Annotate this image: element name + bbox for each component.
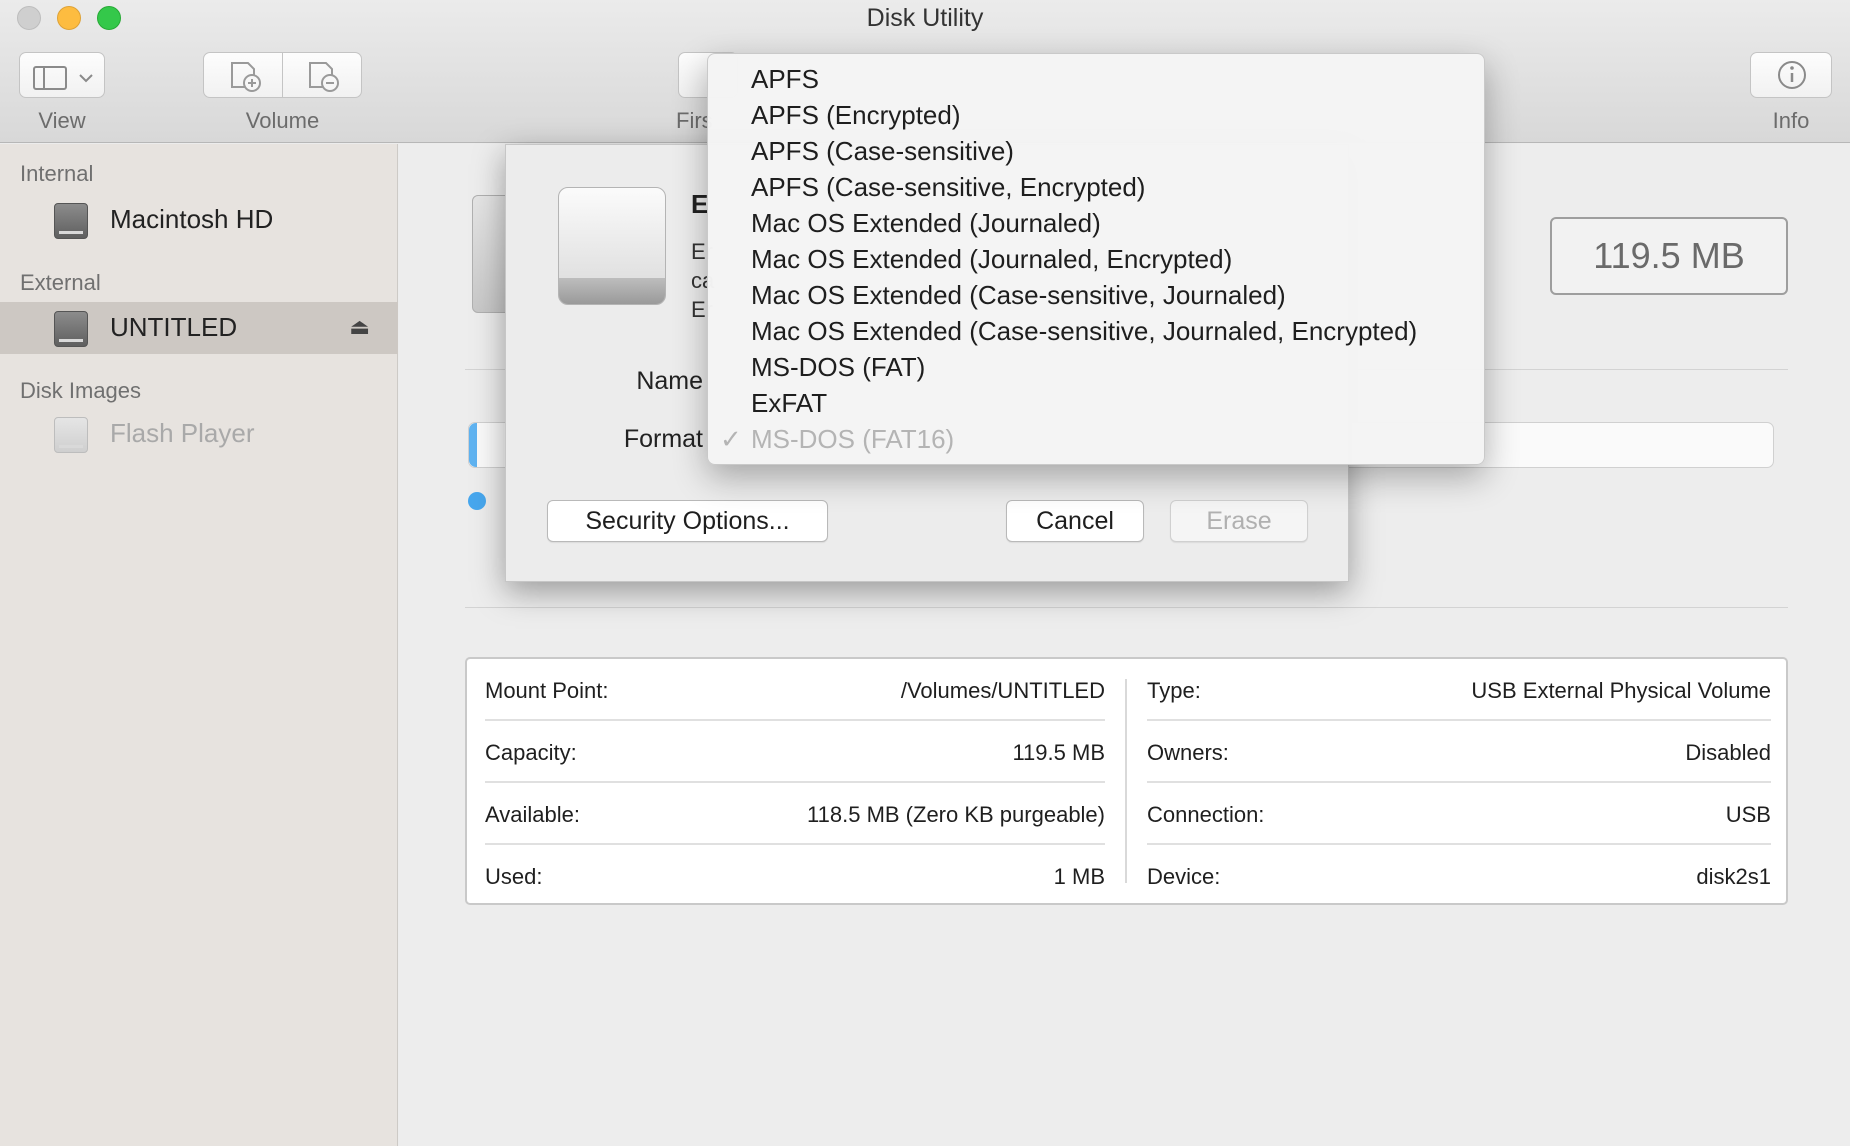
format-option-label: MS-DOS (FAT16) xyxy=(751,424,955,454)
info-key: Type: xyxy=(1147,678,1201,703)
info-value: 118.5 MB (Zero KB purgeable) xyxy=(807,802,1105,827)
view-label: View xyxy=(38,108,86,133)
format-option-label: APFS xyxy=(751,64,819,94)
sidebar-item-label: UNTITLED xyxy=(110,312,238,342)
info-row-owners: Owners: Disabled xyxy=(1147,721,1771,783)
info-button[interactable] xyxy=(1750,52,1832,98)
info-key: Available: xyxy=(485,802,580,827)
format-option-label: Mac OS Extended (Journaled) xyxy=(751,208,1101,238)
info-label: Info xyxy=(1772,108,1810,133)
disk-image-icon xyxy=(54,417,88,453)
info-value: disk2s1 xyxy=(1696,864,1771,889)
disk-utility-window: Disk Utility View Volume Firs Info Inter… xyxy=(0,0,1850,1146)
info-key: Device: xyxy=(1147,864,1221,889)
format-option-label: Mac OS Extended (Case-sensitive, Journal… xyxy=(751,280,1286,310)
info-key: Connection: xyxy=(1147,802,1265,827)
info-column-divider xyxy=(1125,679,1127,883)
external-disk-icon xyxy=(54,311,88,347)
format-option-label: APFS (Case-sensitive) xyxy=(751,136,1014,166)
volume-label: Volume xyxy=(245,108,320,133)
volume-size-badge: 119.5 MB xyxy=(1550,217,1788,295)
format-option-label: Mac OS Extended (Journaled, Encrypted) xyxy=(751,244,1233,274)
remove-volume-icon xyxy=(309,62,339,92)
volume-button-group xyxy=(203,52,362,98)
info-key: Owners: xyxy=(1147,740,1229,765)
info-value: USB xyxy=(1725,802,1771,827)
info-icon xyxy=(1778,61,1806,89)
format-option-apfs-encrypted[interactable]: APFS (Encrypted) xyxy=(708,97,1484,133)
info-value: 1 MB xyxy=(1053,864,1105,889)
sidebar-view-icon xyxy=(33,66,93,90)
sidebar-item-label: Flash Player xyxy=(110,418,255,448)
info-row-used: Used: 1 MB xyxy=(485,845,1105,907)
format-option-label: APFS (Case-sensitive, Encrypted) xyxy=(751,172,1146,202)
info-row-mount-point: Mount Point: /Volumes/UNTITLED xyxy=(485,659,1105,721)
divider xyxy=(465,607,1788,608)
add-volume-icon xyxy=(231,62,261,92)
eject-icon[interactable]: ⏏ xyxy=(349,314,370,340)
format-option-hfs-journaled-encrypted[interactable]: Mac OS Extended (Journaled, Encrypted) xyxy=(708,241,1484,277)
volume-info-table: Mount Point: /Volumes/UNTITLED Capacity:… xyxy=(465,657,1788,905)
sidebar-header-external: External xyxy=(20,270,101,295)
internal-disk-icon xyxy=(54,203,88,239)
format-option-apfs-case-sensitive-encrypted[interactable]: APFS (Case-sensitive, Encrypted) xyxy=(708,169,1484,205)
sidebar-item-untitled[interactable]: UNTITLED ⏏ xyxy=(0,302,398,354)
format-option-label: APFS (Encrypted) xyxy=(751,100,961,130)
info-key: Capacity: xyxy=(485,740,577,765)
sidebar-item-flash-player[interactable]: Flash Player xyxy=(0,410,398,458)
info-value: Disabled xyxy=(1685,740,1771,765)
format-option-hfs-case-sensitive-journaled[interactable]: Mac OS Extended (Case-sensitive, Journal… xyxy=(708,277,1484,313)
info-row-type: Type: USB External Physical Volume xyxy=(1147,659,1771,721)
format-option-label: Mac OS Extended (Case-sensitive, Journal… xyxy=(751,316,1418,346)
info-row-connection: Connection: USB xyxy=(1147,783,1771,845)
format-option-ms-dos-fat[interactable]: MS-DOS (FAT) xyxy=(708,349,1484,385)
sheet-title: E xyxy=(691,189,709,219)
security-options-button[interactable]: Security Options... xyxy=(547,500,828,542)
usage-bar-fill xyxy=(469,423,477,467)
erase-button[interactable]: Erase xyxy=(1170,500,1308,542)
add-volume-button[interactable] xyxy=(204,53,283,97)
sidebar-item-macintosh-hd[interactable]: Macintosh HD xyxy=(0,196,398,244)
checkmark-icon: ✓ xyxy=(720,424,742,454)
info-key: Mount Point: xyxy=(485,678,609,703)
format-option-apfs[interactable]: APFS xyxy=(708,61,1484,97)
sidebar-item-label: Macintosh HD xyxy=(110,204,274,234)
format-option-label: MS-DOS (FAT) xyxy=(751,352,926,382)
info-value: /Volumes/UNTITLED xyxy=(900,678,1105,703)
format-menu: APFS APFS (Encrypted) APFS (Case-sensiti… xyxy=(707,53,1485,465)
format-option-label: ExFAT xyxy=(751,388,828,418)
format-option-exfat[interactable]: ExFAT xyxy=(708,385,1484,421)
info-row-capacity: Capacity: 119.5 MB xyxy=(485,721,1105,783)
info-row-available: Available: 118.5 MB (Zero KB purgeable) xyxy=(485,783,1105,845)
info-key: Used: xyxy=(485,864,543,889)
name-label: Name xyxy=(636,367,703,395)
format-option-hfs-journaled[interactable]: Mac OS Extended (Journaled) xyxy=(708,205,1484,241)
info-value: 119.5 MB xyxy=(1012,740,1105,765)
format-option-hfs-case-sensitive-journaled-encrypted[interactable]: Mac OS Extended (Case-sensitive, Journal… xyxy=(708,313,1484,349)
sidebar: Internal Macintosh HD External UNTITLED … xyxy=(0,144,398,1146)
cancel-button[interactable]: Cancel xyxy=(1006,500,1144,542)
sidebar-header-disk-images: Disk Images xyxy=(20,378,142,403)
sidebar-header-internal: Internal xyxy=(20,161,94,186)
used-legend-dot xyxy=(468,492,486,510)
info-row-device: Device: disk2s1 xyxy=(1147,845,1771,907)
window-title: Disk Utility xyxy=(866,4,984,32)
format-option-apfs-case-sensitive[interactable]: APFS (Case-sensitive) xyxy=(708,133,1484,169)
external-disk-icon xyxy=(558,187,666,305)
format-label: Format xyxy=(623,425,703,453)
format-option-ms-dos-fat16[interactable]: ✓ MS-DOS (FAT16) xyxy=(708,421,1484,457)
info-value: USB External Physical Volume xyxy=(1471,678,1771,703)
remove-volume-button[interactable] xyxy=(284,53,362,97)
view-button[interactable] xyxy=(19,52,105,98)
